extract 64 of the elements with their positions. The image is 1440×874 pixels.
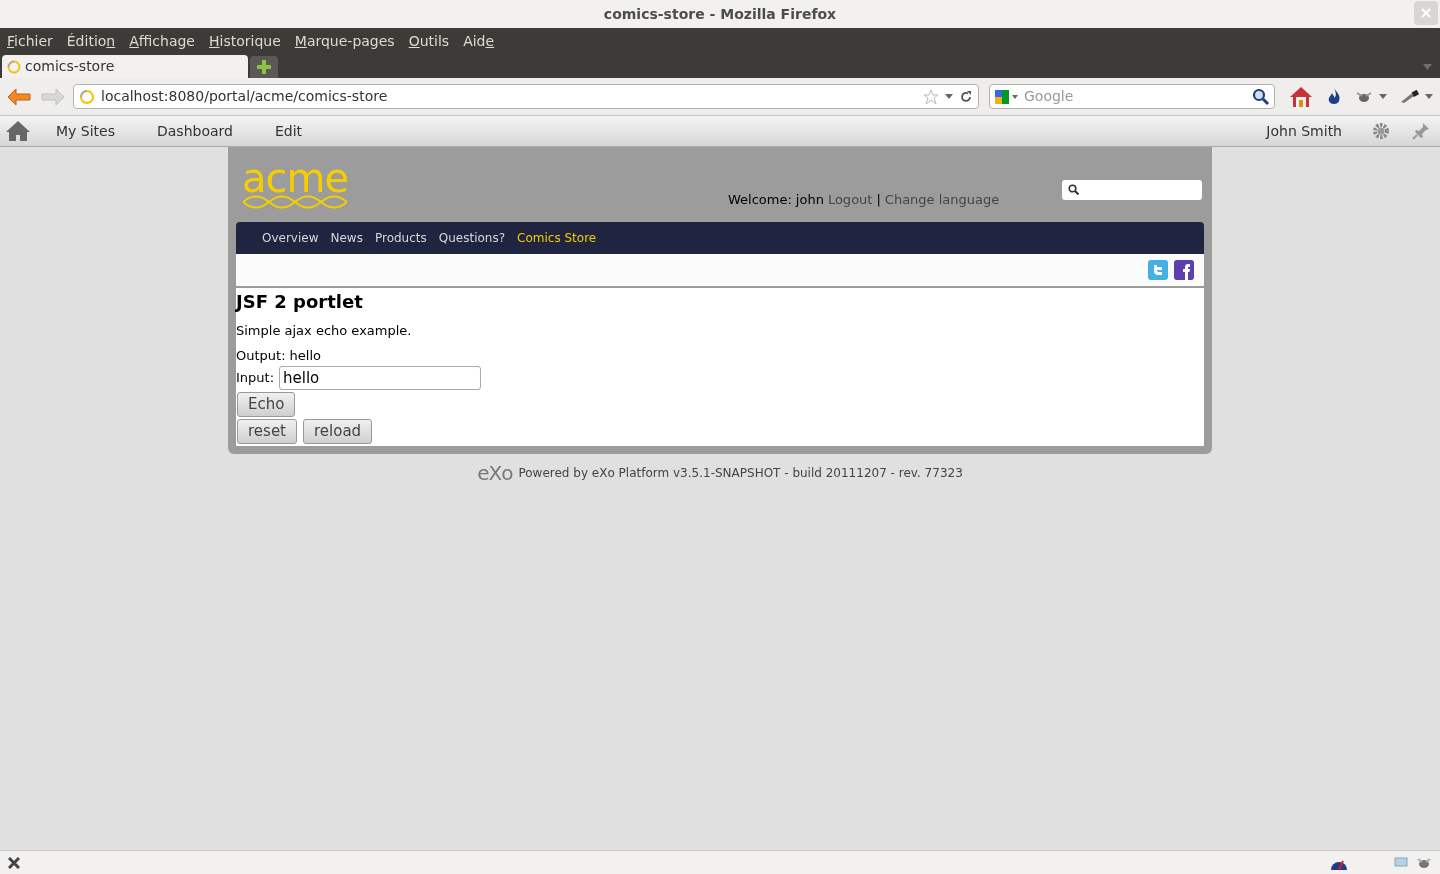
window-title: comics-store - Mozilla Firefox bbox=[603, 4, 837, 24]
form-button[interactable]: reload bbox=[303, 419, 373, 444]
search-engine-icon[interactable] bbox=[994, 88, 1020, 105]
form-button[interactable]: reset bbox=[237, 419, 297, 444]
url-text: localhost:8080/portal/acme/comics-store bbox=[101, 87, 389, 106]
browser-tab[interactable]: comics-store bbox=[2, 55, 248, 78]
loading-icon bbox=[79, 88, 95, 105]
portlet-description: Simple ajax echo example. bbox=[236, 322, 412, 340]
menu-item[interactable]: Affichage bbox=[129, 30, 195, 52]
username: john bbox=[795, 190, 824, 209]
address-bar[interactable]: localhost:8080/portal/acme/comics-store bbox=[73, 84, 979, 109]
toolbar-menu-item[interactable]: Dashboard bbox=[157, 120, 233, 142]
close-icon bbox=[1421, 8, 1431, 18]
acme-logo: acme bbox=[242, 160, 348, 209]
nav-link[interactable]: Questions? bbox=[438, 229, 506, 247]
home-icon[interactable] bbox=[6, 120, 30, 142]
menu-item[interactable]: Fichier bbox=[7, 30, 53, 52]
nav-link[interactable]: News bbox=[330, 229, 363, 247]
dna-helix-icon bbox=[243, 194, 347, 209]
nav-link[interactable]: Products bbox=[374, 229, 427, 247]
search-input[interactable]: Google bbox=[1024, 86, 1248, 107]
home-icon[interactable] bbox=[1289, 84, 1313, 109]
settings-icon[interactable] bbox=[1372, 122, 1390, 140]
eyedropper-icon[interactable] bbox=[1399, 89, 1419, 104]
menu-item[interactable]: Édition bbox=[66, 30, 116, 52]
user-name[interactable]: John Smith bbox=[1266, 120, 1342, 142]
dropdown-arrow-icon[interactable] bbox=[945, 94, 953, 99]
reload-icon[interactable] bbox=[959, 89, 973, 104]
logout-link[interactable]: Logout bbox=[827, 189, 873, 210]
exo-logo: eXo bbox=[477, 463, 513, 483]
search-field[interactable]: Google bbox=[989, 84, 1275, 109]
close-icon[interactable] bbox=[8, 856, 20, 869]
search-icon[interactable] bbox=[1252, 87, 1270, 106]
menu-item[interactable]: Marque-pages bbox=[294, 30, 395, 52]
star-icon[interactable] bbox=[923, 88, 939, 105]
nav-link[interactable]: Overview bbox=[262, 229, 319, 247]
letter-f-icon[interactable] bbox=[1174, 260, 1194, 280]
menu-item[interactable]: Aide bbox=[463, 30, 495, 52]
separator: | bbox=[876, 190, 881, 209]
dropdown-arrow-icon[interactable] bbox=[1425, 94, 1433, 99]
back-arrow-icon bbox=[7, 87, 31, 106]
portlet-title: JSF 2 portlet bbox=[236, 290, 363, 314]
site-search-field[interactable] bbox=[1062, 179, 1202, 200]
new-tab-button[interactable] bbox=[250, 56, 278, 78]
menu-item[interactable]: Historique bbox=[209, 30, 281, 52]
output-label: Output: bbox=[236, 346, 286, 365]
welcome-label: Welcome: bbox=[728, 190, 792, 209]
bug-icon[interactable] bbox=[1416, 855, 1432, 870]
loading-icon bbox=[7, 59, 21, 74]
search-icon bbox=[1068, 184, 1079, 195]
plus-icon bbox=[257, 60, 271, 74]
input-field[interactable]: hello bbox=[279, 366, 482, 390]
output-value: hello bbox=[289, 346, 321, 365]
menu-item[interactable]: Outils bbox=[408, 30, 450, 52]
toolbar-menu-item[interactable]: My Sites bbox=[56, 120, 115, 142]
change-language-link[interactable]: Change language bbox=[884, 189, 1000, 210]
nav-link[interactable]: Comics Store bbox=[517, 229, 597, 247]
dropdown-arrow-icon[interactable] bbox=[1379, 94, 1387, 99]
toolbar-menu-item[interactable]: Edit bbox=[274, 120, 303, 142]
footer-text: Powered by eXo Platform v3.5.1-SNAPSHOT - build 20111207 - rev. 77323 bbox=[518, 465, 963, 482]
forward-arrow-icon bbox=[41, 87, 65, 106]
dropdown-arrow-icon bbox=[1423, 64, 1432, 70]
input-label: Input: bbox=[236, 369, 275, 388]
form-button[interactable]: Echo bbox=[237, 392, 296, 417]
